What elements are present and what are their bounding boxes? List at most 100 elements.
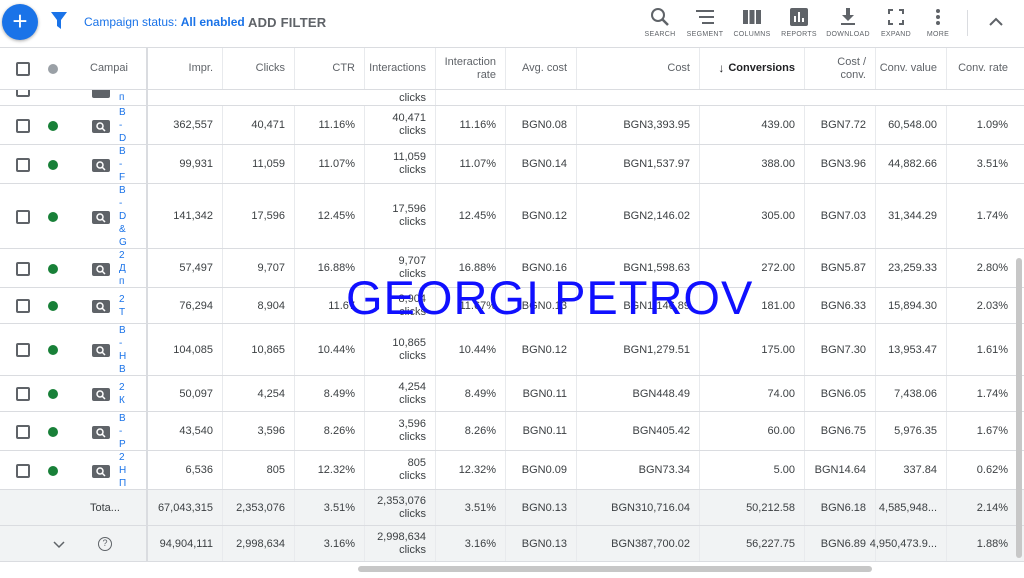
campaign-name-fragment: - — [119, 338, 123, 349]
cell-interaction-rate: 11.07% — [436, 145, 506, 183]
cell-ctr: 11.07% — [295, 145, 365, 183]
cell-conv-rate: 2.14% — [947, 490, 1017, 525]
enabled-status-dot[interactable] — [48, 263, 58, 274]
search-campaign-icon — [92, 210, 110, 224]
cell-conv-value: 15,894.30 — [876, 288, 947, 323]
columns-button[interactable]: COLUMNS — [727, 6, 777, 38]
enabled-status-dot[interactable] — [48, 426, 58, 437]
campaign-name-fragment: D — [119, 133, 127, 144]
campaign-name[interactable]: 2Т — [119, 293, 129, 319]
cell-conversions: 388.00 — [700, 145, 805, 183]
cell-interactions: 2,353,076 clicks — [365, 490, 436, 525]
campaign-name-fragment: G — [119, 237, 127, 248]
header-conversions[interactable]: ↓ Conversions — [700, 48, 805, 89]
header-conv-value[interactable]: Conv. value — [876, 48, 947, 89]
more-button[interactable]: MORE — [913, 6, 963, 38]
horizontal-scrollbar[interactable] — [358, 566, 872, 572]
enabled-status-dot[interactable] — [48, 389, 58, 399]
cell-impr: 94,904,111 — [148, 526, 223, 561]
filter-icon[interactable] — [51, 12, 67, 30]
campaign-name-fragment: В — [119, 413, 126, 424]
campaign-name[interactable]: В-НВ — [119, 324, 129, 376]
row-checkbox[interactable] — [16, 387, 30, 401]
cell-cost-conv: BGN7.30 — [805, 324, 876, 375]
help-icon[interactable]: ? — [98, 537, 112, 551]
header-interaction-rate[interactable]: Interaction rate — [436, 48, 506, 89]
chevron-up-icon[interactable] — [986, 14, 1006, 30]
watermark-text: GEORGI PETROV — [346, 271, 754, 324]
enabled-status-dot[interactable] — [48, 211, 58, 222]
add-filter-button[interactable]: ADD FILTER — [248, 15, 326, 30]
cell-avg-cost: BGN0.13 — [506, 526, 577, 561]
row-checkbox[interactable] — [16, 463, 30, 478]
row-checkbox[interactable] — [16, 261, 30, 276]
vertical-scrollbar[interactable] — [1016, 258, 1022, 558]
header-avg-cost[interactable]: Avg. cost — [506, 48, 577, 89]
row-checkbox[interactable] — [16, 118, 30, 133]
row-checkbox[interactable] — [16, 343, 30, 357]
campaign-name-fragment: В — [119, 146, 126, 157]
interactions-value: 17,596 — [392, 203, 426, 215]
search-button[interactable]: SEARCH — [635, 6, 685, 38]
row-checkbox[interactable] — [16, 157, 30, 172]
campaign-name[interactable]: 2 Дп — [119, 249, 129, 288]
campaign-name[interactable]: п — [119, 91, 129, 104]
cell-impr: 362,557 — [148, 106, 223, 144]
campaign-name-fragment: В — [119, 325, 126, 336]
cell-ctr: 12.45% — [295, 184, 365, 248]
campaign-name[interactable]: 2 НП — [119, 451, 129, 490]
cell-conv-value: 337.84 — [876, 451, 947, 489]
campaign-name-fragment: & — [119, 224, 126, 235]
segment-button[interactable]: SEGMENT — [680, 6, 730, 38]
row-checkbox[interactable] — [16, 424, 30, 439]
row-checkbox[interactable] — [16, 90, 30, 97]
campaign-status-filter[interactable]: Campaign status: All enabled — [84, 15, 245, 29]
campaign-name[interactable]: 2К — [119, 381, 129, 407]
row-checkbox[interactable] — [16, 209, 30, 224]
header-cost[interactable]: Cost — [577, 48, 700, 89]
cell-interaction-rate: 11.16% — [436, 106, 506, 144]
header-cost-conv[interactable]: Cost / conv. — [805, 48, 876, 89]
enabled-status-dot[interactable] — [48, 120, 58, 131]
cell-avg-cost: BGN0.11 — [506, 412, 577, 450]
header-interactions[interactable]: Interactions — [365, 48, 436, 89]
download-button[interactable]: DOWNLOAD — [823, 6, 873, 38]
campaign-name[interactable]: В - D & G — [119, 184, 129, 249]
campaign-name[interactable]: В - D — [119, 106, 129, 145]
cell-conv-value: 7,438.06 — [876, 376, 947, 411]
download-label: DOWNLOAD — [826, 31, 870, 38]
enabled-status-dot[interactable] — [48, 465, 58, 476]
row-checkbox[interactable] — [16, 299, 30, 313]
cell-interactions: 805 clicks — [365, 451, 436, 489]
total-label: Tota... — [90, 490, 146, 525]
campaign-name[interactable]: В - F — [119, 145, 129, 184]
segment-icon — [696, 10, 714, 24]
enabled-status-dot[interactable] — [48, 345, 58, 355]
columns-icon — [743, 10, 761, 24]
header-clicks[interactable]: Clicks — [223, 48, 295, 89]
cell-conv-value: 5,976.35 — [876, 412, 947, 450]
header-impr[interactable]: Impr. — [148, 48, 223, 89]
campaign-name[interactable]: В - Р — [119, 412, 129, 451]
cell-conv-value: 23,259.33 — [876, 249, 947, 287]
reports-button[interactable]: REPORTS — [774, 6, 824, 38]
cell-impr: 6,536 — [148, 451, 223, 489]
more-icon — [936, 9, 940, 25]
campaign-name-fragment: Н — [119, 465, 127, 476]
cell-ctr: 8.26% — [295, 412, 365, 450]
toolbar-divider — [967, 10, 968, 36]
enabled-status-dot[interactable] — [48, 301, 58, 311]
campaign-name-fragment: П — [119, 478, 127, 489]
interactions-unit: clicks — [399, 393, 426, 406]
campaign-name-fragment: Н — [119, 351, 127, 362]
header-campaign[interactable]: Campai — [90, 48, 146, 89]
header-conv-rate[interactable]: Conv. rate — [947, 48, 1017, 89]
cell-avg-cost: BGN0.08 — [506, 106, 577, 144]
search-campaign-icon — [92, 158, 110, 172]
header-ctr[interactable]: CTR — [295, 48, 365, 89]
select-all-checkbox[interactable] — [16, 62, 30, 76]
enabled-status-dot[interactable] — [48, 159, 58, 170]
add-campaign-button[interactable]: + — [2, 4, 38, 40]
table-row-partial: п clicks — [0, 90, 1024, 106]
chevron-down-icon[interactable] — [52, 538, 66, 550]
